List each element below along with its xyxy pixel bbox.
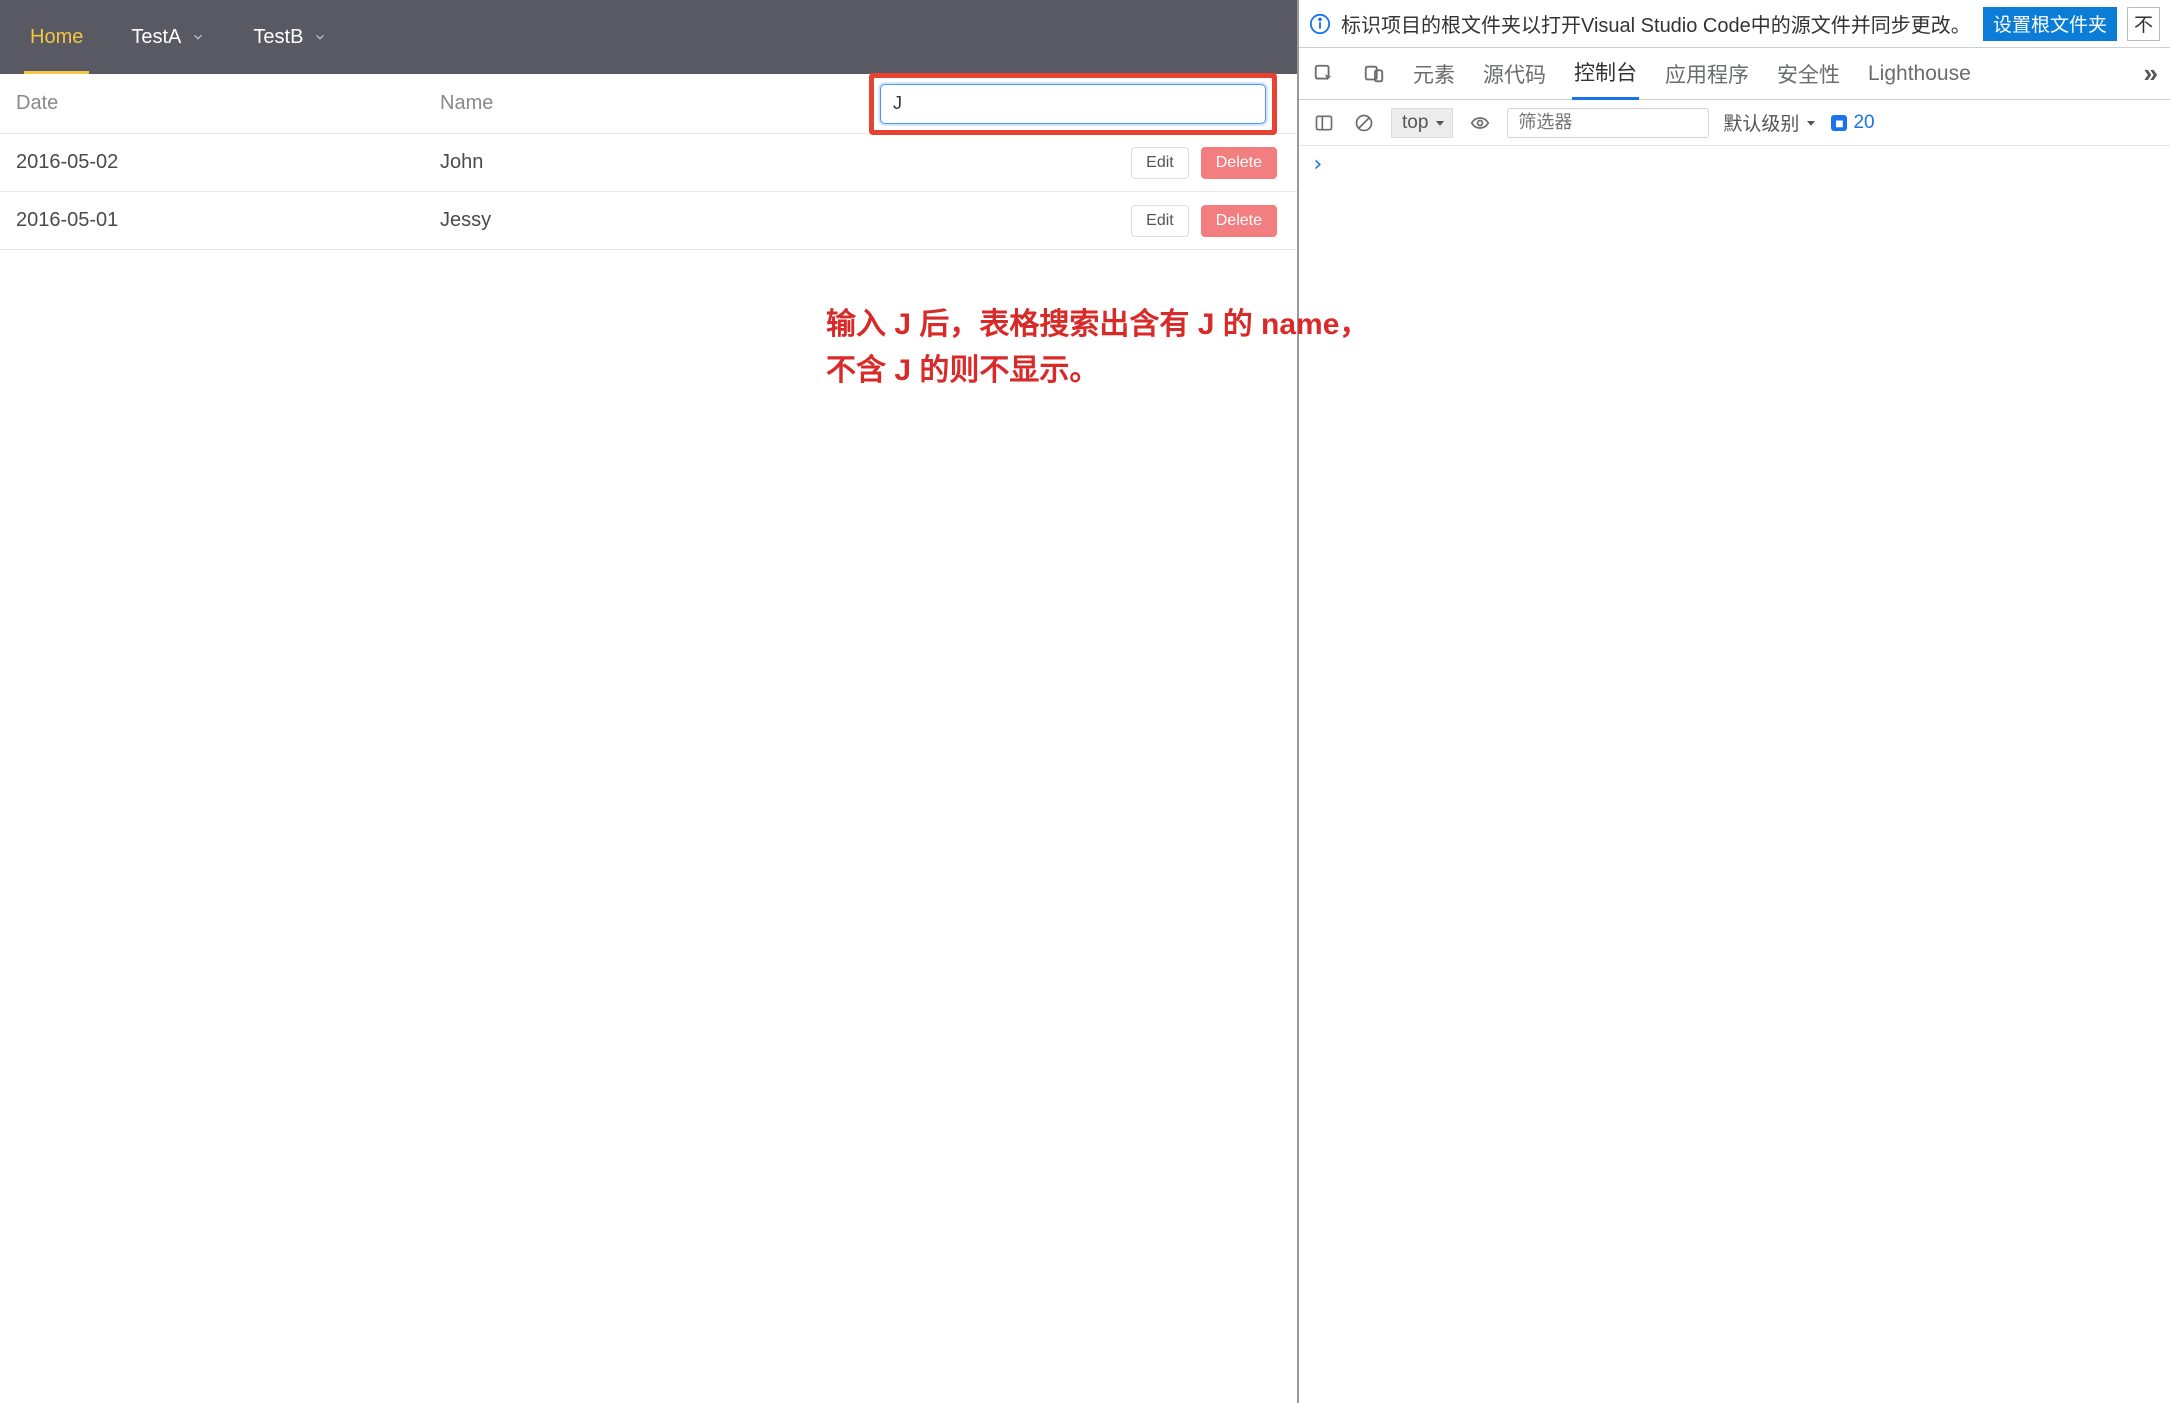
table-header: Date Name bbox=[0, 74, 1297, 134]
tab-test-b[interactable]: TestB bbox=[229, 0, 351, 74]
tabbar: Home TestA TestB bbox=[0, 0, 1297, 74]
devtools-notice-bar: 标识项目的根文件夹以打开Visual Studio Code中的源文件并同步更改… bbox=[1299, 0, 2170, 48]
tab-label: Home bbox=[30, 26, 83, 49]
devtools-panel: 标识项目的根文件夹以打开Visual Studio Code中的源文件并同步更改… bbox=[1299, 0, 2170, 1403]
device-toggle-icon[interactable] bbox=[1361, 61, 1387, 87]
cell-name: Jessy bbox=[440, 209, 830, 232]
edit-button[interactable]: Edit bbox=[1131, 205, 1189, 237]
cell-date: 2016-05-01 bbox=[0, 209, 440, 232]
tab-console[interactable]: 控制台 bbox=[1572, 47, 1639, 100]
info-icon bbox=[1309, 13, 1331, 35]
caret-down-icon bbox=[1805, 117, 1817, 129]
table-row: 2016-05-02 John Edit Delete bbox=[0, 134, 1297, 192]
issues-badge[interactable]: ■ 20 bbox=[1831, 112, 1874, 134]
search-input[interactable] bbox=[880, 84, 1266, 124]
more-tabs-icon[interactable]: » bbox=[2144, 58, 2158, 89]
log-level-selector[interactable]: 默认级别 bbox=[1723, 109, 1817, 136]
chevron-down-icon bbox=[191, 30, 205, 44]
clear-console-icon[interactable] bbox=[1351, 110, 1377, 136]
issues-count: 20 bbox=[1853, 112, 1874, 134]
col-date: Date bbox=[0, 92, 440, 115]
tab-home[interactable]: Home bbox=[6, 0, 107, 74]
live-expression-icon[interactable] bbox=[1467, 110, 1493, 136]
tab-test-a[interactable]: TestA bbox=[107, 0, 229, 74]
tab-sources[interactable]: 源代码 bbox=[1481, 49, 1548, 99]
notice-text: 标识项目的根文件夹以打开Visual Studio Code中的源文件并同步更改… bbox=[1341, 9, 1973, 38]
chevron-down-icon bbox=[313, 30, 327, 44]
inspect-icon[interactable] bbox=[1311, 61, 1337, 87]
caret-down-icon bbox=[1434, 117, 1446, 129]
set-root-folder-button[interactable]: 设置根文件夹 bbox=[1983, 7, 2117, 41]
dismiss-notice-button[interactable]: 不 bbox=[2127, 7, 2160, 41]
edit-button[interactable]: Edit bbox=[1131, 147, 1189, 179]
tab-application[interactable]: 应用程序 bbox=[1663, 49, 1751, 99]
tab-lighthouse[interactable]: Lighthouse bbox=[1866, 52, 1973, 96]
console-body[interactable]: › bbox=[1299, 146, 2170, 1403]
tab-label: TestA bbox=[131, 26, 181, 49]
table-body: 2016-05-02 John Edit Delete 2016-05-01 J… bbox=[0, 134, 1297, 250]
data-table: Date Name 2016-05-02 John Edit Delete bbox=[0, 74, 1297, 250]
cell-name: John bbox=[440, 151, 830, 174]
delete-button[interactable]: Delete bbox=[1201, 147, 1277, 179]
log-level-label: 默认级别 bbox=[1723, 109, 1799, 136]
table-row: 2016-05-01 Jessy Edit Delete bbox=[0, 192, 1297, 250]
console-filter-input[interactable] bbox=[1507, 108, 1709, 138]
search-highlight-box bbox=[869, 73, 1277, 135]
col-name: Name bbox=[440, 92, 830, 115]
issue-icon: ■ bbox=[1831, 115, 1847, 131]
devtools-tabs: 元素 源代码 控制台 应用程序 安全性 Lighthouse » bbox=[1299, 48, 2170, 100]
console-prompt-icon: › bbox=[1309, 152, 1324, 177]
tab-label: TestB bbox=[253, 26, 303, 49]
tab-elements[interactable]: 元素 bbox=[1411, 49, 1457, 99]
console-toolbar: top 默认级别 ■ 20 bbox=[1299, 100, 2170, 146]
annotation-text: 输入 J 后，表格搜索出含有 J 的 name， 不含 J 的则不显示。 bbox=[826, 302, 1369, 394]
cell-date: 2016-05-02 bbox=[0, 151, 440, 174]
col-actions bbox=[830, 73, 1297, 135]
toggle-sidebar-icon[interactable] bbox=[1311, 110, 1337, 136]
delete-button[interactable]: Delete bbox=[1201, 205, 1277, 237]
app-panel: Home TestA TestB Date Name bbox=[0, 0, 1299, 1403]
tab-security[interactable]: 安全性 bbox=[1775, 49, 1842, 99]
scope-label: top bbox=[1402, 112, 1428, 134]
execution-context-selector[interactable]: top bbox=[1391, 108, 1453, 138]
